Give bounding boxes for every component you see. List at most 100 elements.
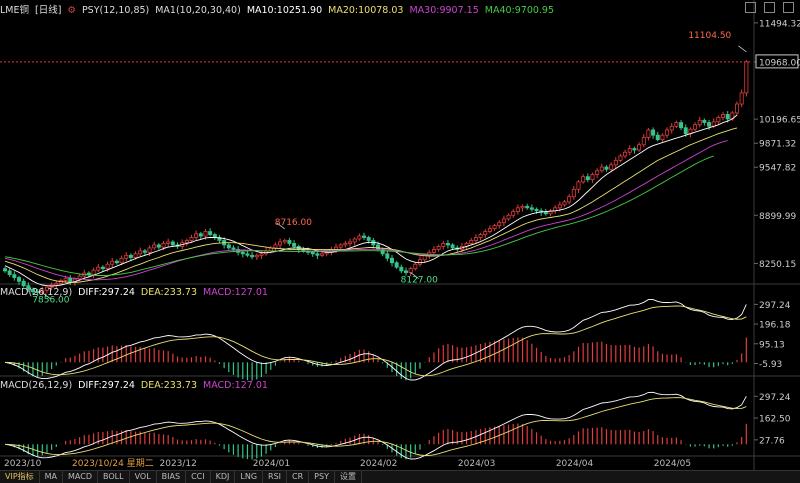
candle-body	[245, 253, 250, 256]
candle-body	[618, 155, 623, 161]
candle-body	[184, 240, 189, 244]
y-tick-label: 8250.15	[759, 260, 796, 270]
candle-body	[250, 254, 255, 258]
candle-body	[389, 257, 394, 264]
ma-label: MA1(10,20,30,40)	[155, 5, 241, 16]
candle-body	[641, 136, 646, 146]
candle-body	[557, 204, 562, 209]
tab-6[interactable]: CCI	[186, 471, 211, 483]
tab-3[interactable]: BOLL	[98, 471, 130, 483]
annotation-label: 8716.00	[275, 218, 312, 228]
candle-body	[599, 166, 604, 172]
tab-0[interactable]: VIP指标	[0, 471, 40, 483]
tab-7[interactable]: KDJ	[211, 471, 236, 483]
candle-body	[394, 262, 399, 268]
macd-panel-2: 297.24 162.50 27.76	[4, 391, 791, 460]
annotation-label: 11104.50	[688, 31, 731, 41]
close-icon[interactable]	[783, 2, 794, 13]
tab-12[interactable]: 设置	[335, 471, 362, 483]
tab-1[interactable]: MA	[40, 471, 64, 483]
candle-body	[637, 144, 642, 151]
macd-y-tick-label: -5.93	[759, 360, 782, 370]
ma30-value: MA30:9907.15	[409, 5, 479, 16]
tab-10[interactable]: CR	[287, 471, 310, 483]
candle-body	[203, 231, 208, 237]
candle-body	[7, 270, 12, 275]
candle-body	[693, 124, 698, 130]
y-tick-label: 9871.32	[759, 140, 796, 150]
candle-body	[343, 243, 348, 246]
tab-4[interactable]: VOL	[130, 471, 157, 483]
candle-body	[12, 274, 17, 278]
macd-dea-line	[4, 397, 747, 456]
candle-body	[497, 222, 502, 227]
indicator-tabs: VIP指标 MA MACD BOLL VOL BIAS CCI KDJ LNG RSI CR PSY 设…	[0, 470, 800, 483]
y-tick-label: 9547.82	[759, 164, 796, 174]
window-controls	[745, 2, 794, 13]
candle-body	[469, 240, 474, 244]
candle-body	[487, 228, 492, 232]
minimize-icon[interactable]	[745, 2, 756, 13]
x-tick-label: 2023/10	[4, 459, 42, 469]
ma10-value: MA10:10251.90	[246, 5, 323, 16]
x-tick-label: 2024/04	[556, 459, 594, 469]
candle-body	[156, 244, 161, 248]
candle-body	[408, 268, 413, 273]
macd1-header: MACD(26,12,9) DIFF:297.24 DEA:233.73 MACD:1…	[0, 285, 274, 301]
candle-body	[63, 277, 68, 281]
candle-body	[483, 231, 488, 235]
candle-body	[110, 260, 115, 265]
macd2-diff: DIFF:297.24	[78, 380, 135, 391]
candle-body	[674, 122, 679, 127]
candle-body	[96, 266, 101, 271]
tab-2[interactable]: MACD	[63, 471, 99, 483]
candle-body	[492, 225, 497, 230]
candle-body	[581, 176, 586, 183]
candle-body	[142, 250, 147, 253]
ma-line-ma30	[4, 140, 728, 281]
macd2-dea: DEA:233.73	[140, 380, 197, 391]
candle-body	[478, 234, 483, 238]
candle-body	[198, 233, 203, 237]
candle-body	[655, 134, 660, 141]
macd2-header: MACD(26,12,9) DIFF:297.24 DEA:233.73 MACD:1…	[0, 378, 274, 394]
candle-body	[739, 92, 744, 105]
macd-y-tick-label: 95.13	[759, 340, 785, 350]
chart-canvas[interactable]: 11494.32 10968.00 10196.65 9871.32 9547.82 88…	[0, 0, 800, 482]
candle-body	[721, 114, 726, 118]
candle-body	[609, 164, 614, 170]
settings-icon[interactable]: ⚙	[67, 5, 76, 16]
candle-body	[287, 240, 292, 244]
candle-body	[133, 253, 138, 258]
candle-body	[208, 231, 213, 235]
macd2-name: MACD(26,12,9)	[0, 380, 73, 391]
candle-body	[366, 237, 371, 241]
maximize-icon[interactable]	[764, 2, 775, 13]
candle-body	[352, 238, 357, 243]
main-chart-header: LME铜 [日线] ⚙ PSY(12,10,85) MA1(10,20,30,40) MA…	[0, 3, 560, 19]
period-label[interactable]: [日线]	[35, 5, 61, 16]
macd-panel-1: 297.24 196.18 95.13 -5.93	[4, 299, 791, 381]
macd-y-tick-label: 27.76	[759, 436, 785, 446]
macd-diff-line	[4, 299, 747, 381]
candle-body	[138, 250, 143, 255]
candle-body	[623, 151, 628, 157]
ma40-value: MA40:9700.95	[484, 5, 555, 16]
candle-body	[114, 260, 119, 264]
candle-body	[128, 254, 133, 258]
candle-body	[273, 244, 278, 249]
candle-body	[68, 277, 73, 283]
tab-11[interactable]: PSY	[309, 471, 335, 483]
candle-body	[348, 241, 353, 244]
candle-body	[683, 127, 688, 135]
tab-5[interactable]: BIAS	[157, 471, 187, 483]
y-tick-label: 10196.65	[759, 116, 800, 126]
tab-9[interactable]: RSI	[263, 471, 288, 483]
candle-body	[310, 251, 315, 255]
tab-8[interactable]: LNG	[235, 471, 264, 483]
candle-body	[529, 207, 534, 210]
candle-body	[3, 268, 8, 272]
x-tick-label: 2023/12	[160, 459, 197, 469]
x-tick-label: 2024/05	[654, 459, 691, 469]
candles	[3, 60, 749, 297]
